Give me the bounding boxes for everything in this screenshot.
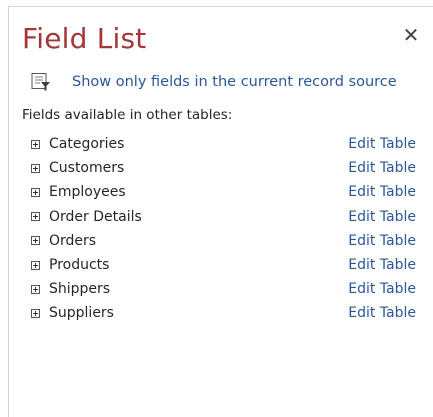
edit-table-link[interactable]: Edit Table [348,281,416,297]
edit-table-link[interactable]: Edit Table [348,305,416,321]
expand-plus-icon[interactable] [31,260,40,270]
tables-list: Categories Edit Table Customers Edit Table E… [31,132,423,326]
expand-plus-icon[interactable] [31,284,40,294]
show-only-fields-link[interactable]: Show only fields in the current record s… [72,74,397,90]
expand-plus-icon[interactable] [31,308,40,318]
table-row[interactable]: Order Details Edit Table [31,205,423,229]
table-name[interactable]: Shippers [49,281,110,297]
edit-table-link[interactable]: Edit Table [348,160,416,176]
table-name[interactable]: Categories [49,136,124,152]
table-row[interactable]: Orders Edit Table [31,229,423,253]
expand-plus-icon[interactable] [31,139,40,149]
filter-document-icon [31,73,50,91]
pane-title: Field List [22,22,147,55]
edit-table-link[interactable]: Edit Table [348,184,416,200]
table-name[interactable]: Order Details [49,209,142,225]
table-row[interactable]: Customers Edit Table [31,156,423,180]
table-row[interactable]: Products Edit Table [31,253,423,277]
edit-table-link[interactable]: Edit Table [348,209,416,225]
table-name[interactable]: Products [49,257,109,273]
edit-table-link[interactable]: Edit Table [348,136,416,152]
expand-plus-icon[interactable] [31,163,40,173]
expand-plus-icon[interactable] [31,187,40,197]
expand-plus-icon[interactable] [31,236,40,246]
table-name[interactable]: Orders [49,233,96,249]
expand-plus-icon[interactable] [31,212,40,222]
close-icon[interactable]: ✕ [402,25,420,45]
other-tables-heading: Fields available in other tables: [22,107,233,123]
edit-table-link[interactable]: Edit Table [348,233,416,249]
table-row[interactable]: Suppliers Edit Table [31,301,423,325]
table-row[interactable]: Employees Edit Table [31,180,423,204]
table-name[interactable]: Employees [49,184,126,200]
edit-table-link[interactable]: Edit Table [348,257,416,273]
table-row[interactable]: Shippers Edit Table [31,277,423,301]
table-name[interactable]: Customers [49,160,124,176]
table-name[interactable]: Suppliers [49,305,114,321]
table-row[interactable]: Categories Edit Table [31,132,423,156]
show-only-current-source-toggle[interactable]: Show only fields in the current record s… [30,72,397,92]
